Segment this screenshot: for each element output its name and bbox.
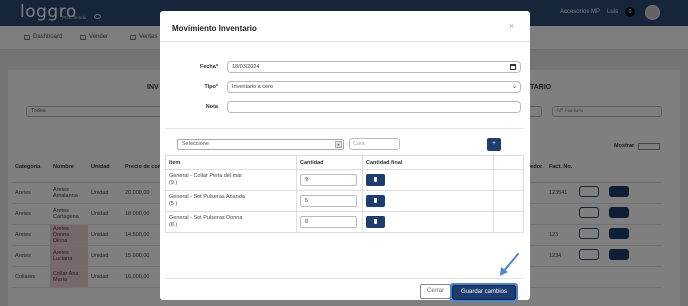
quantity-input[interactable]: 9 bbox=[300, 174, 357, 186]
final-cell bbox=[362, 169, 494, 191]
quantity-input[interactable]: 8 bbox=[300, 216, 357, 228]
trash-icon bbox=[374, 177, 377, 182]
extra-cell bbox=[493, 169, 524, 191]
close-button[interactable]: Cerrar bbox=[420, 284, 451, 299]
table-row: General - Set Pulseras Donna (8 ) 8 bbox=[165, 211, 524, 233]
add-item-button[interactable]: + bbox=[487, 138, 501, 151]
inventory-movement-modal: Movimiento Inventario × Fecha* 18/03/202… bbox=[160, 11, 530, 302]
calendar-icon[interactable] bbox=[510, 64, 516, 70]
tipo-select[interactable]: Inventario a cero ⌄ bbox=[227, 81, 521, 93]
col-item: Item bbox=[165, 155, 297, 170]
qty-cell: 5 bbox=[296, 190, 363, 212]
item-stock: (9 ) bbox=[169, 180, 178, 186]
table-row: General - Collar Perla del mar (9 ) 9 bbox=[165, 169, 524, 191]
items-table: Item Cantidad Cantidad final General - C… bbox=[165, 155, 524, 233]
table-row: General - Set Pulseras Ananda (5 ) 5 bbox=[165, 190, 524, 212]
trash-icon bbox=[374, 198, 377, 203]
qty-cell: 9 bbox=[296, 169, 363, 191]
col-cantidad: Cantidad bbox=[296, 155, 363, 170]
item-name: General - Collar Perla del mar bbox=[169, 173, 243, 179]
modal-title: Movimiento Inventario bbox=[172, 24, 257, 33]
chevron-down-icon: ⌄ bbox=[511, 84, 517, 90]
divider bbox=[166, 128, 524, 129]
delete-item-button[interactable] bbox=[366, 195, 385, 207]
delete-item-button[interactable] bbox=[366, 174, 385, 186]
close-icon[interactable]: × bbox=[509, 21, 514, 31]
item-cell: General - Collar Perla del mar (9 ) bbox=[165, 169, 297, 191]
product-select[interactable]: Seleccione ▾ bbox=[177, 139, 344, 150]
divider bbox=[160, 41, 530, 42]
col-cantidad-final: Cantidad final bbox=[362, 155, 494, 170]
final-cell bbox=[362, 211, 494, 233]
item-name: General - Set Pulseras Donna bbox=[169, 215, 243, 221]
divider bbox=[165, 278, 524, 279]
item-stock: (5 ) bbox=[169, 201, 178, 207]
extra-cell bbox=[493, 211, 524, 233]
col-extra bbox=[493, 155, 524, 170]
item-stock: (8 ) bbox=[169, 222, 178, 228]
extra-cell bbox=[493, 190, 524, 212]
save-changes-button[interactable]: Guardar cambios bbox=[452, 285, 516, 300]
cantidad-input[interactable]: Cant. bbox=[349, 138, 400, 150]
delete-item-button[interactable] bbox=[366, 216, 385, 228]
tipo-value: Inventario a cero bbox=[232, 84, 273, 90]
qty-cell: 8 bbox=[296, 211, 363, 233]
trash-icon bbox=[374, 219, 377, 224]
quantity-input[interactable]: 5 bbox=[300, 195, 357, 207]
nota-label: Nota bbox=[205, 104, 218, 110]
product-select-value: Seleccione bbox=[182, 141, 209, 147]
nota-input[interactable] bbox=[227, 101, 521, 113]
item-cell: General - Set Pulseras Ananda (5 ) bbox=[165, 190, 297, 212]
fecha-value: 18/03/2024 bbox=[232, 64, 260, 70]
dropdown-arrow-icon: ▾ bbox=[335, 141, 342, 148]
item-cell: General - Set Pulseras Donna (8 ) bbox=[165, 211, 297, 233]
fecha-label: Fecha* bbox=[199, 64, 218, 70]
fecha-input[interactable]: 18/03/2024 bbox=[227, 61, 521, 73]
final-cell bbox=[362, 190, 494, 212]
tipo-label: Tipo* bbox=[204, 84, 218, 90]
item-name: General - Set Pulseras Ananda bbox=[169, 194, 245, 200]
